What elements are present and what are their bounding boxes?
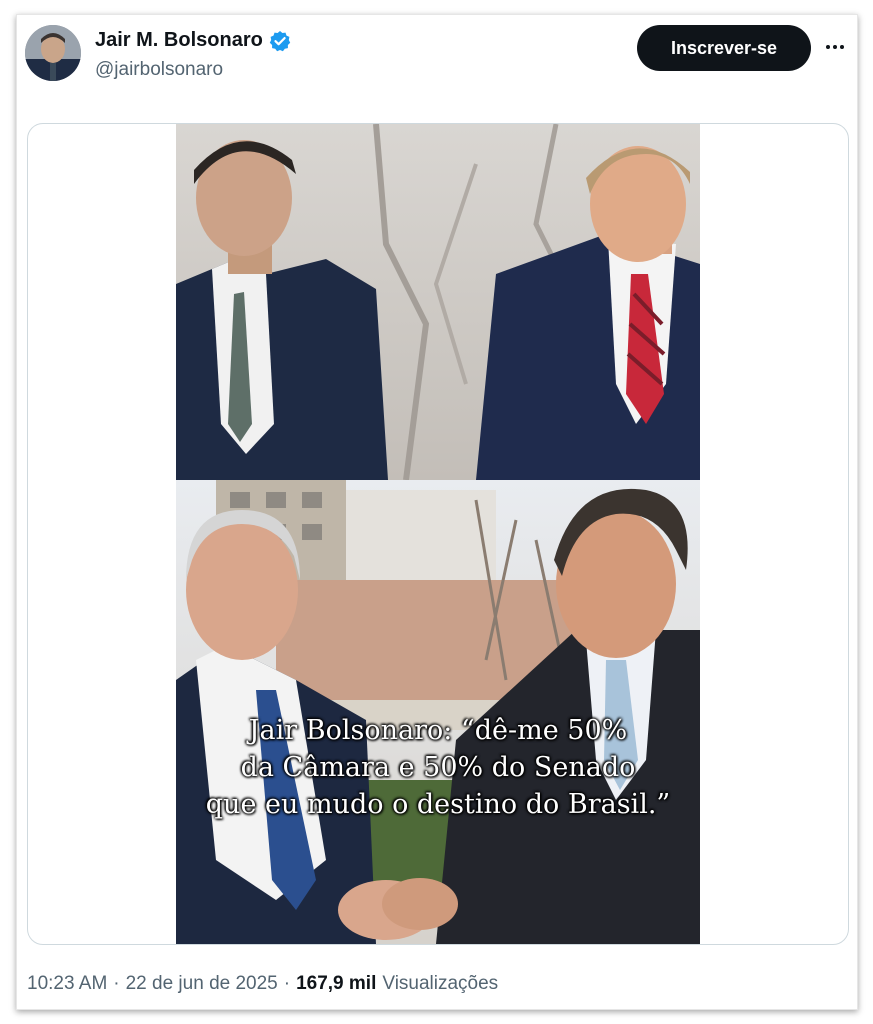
- tweet-meta: 10:23 AM · 22 de jun de 2025 · 167,9 mil…: [27, 973, 498, 995]
- tweet-image[interactable]: Jair Bolsonaro: “dê-me 50% da Câmara e 5…: [176, 124, 700, 944]
- views-label: Visualizações: [382, 973, 499, 994]
- author-name-row: Jair M. Bolsonaro: [95, 29, 291, 52]
- author-display-name[interactable]: Jair M. Bolsonaro: [95, 29, 263, 52]
- subscribe-button[interactable]: Inscrever-se: [637, 25, 811, 71]
- separator: ·: [113, 973, 120, 994]
- author-handle[interactable]: @jairbolsonaro: [95, 59, 223, 81]
- tweet-time[interactable]: 10:23 AM: [27, 973, 107, 995]
- views-count: 167,9 mil: [296, 973, 377, 994]
- image-panel-top: [176, 124, 700, 480]
- tweet-date[interactable]: 22 de jun de 2025: [126, 973, 278, 995]
- tweet-card: Jair M. Bolsonaro @jairbolsonaro Inscrev…: [16, 14, 858, 1010]
- avatar[interactable]: [25, 25, 81, 81]
- avatar-photo: [25, 25, 81, 81]
- separator: ·: [283, 973, 291, 994]
- verified-badge-icon: [269, 30, 291, 52]
- more-horizontal-icon[interactable]: [823, 37, 847, 57]
- image-caption: Jair Bolsonaro: “dê-me 50% da Câmara e 5…: [205, 715, 671, 820]
- media-container[interactable]: Jair Bolsonaro: “dê-me 50% da Câmara e 5…: [27, 123, 849, 945]
